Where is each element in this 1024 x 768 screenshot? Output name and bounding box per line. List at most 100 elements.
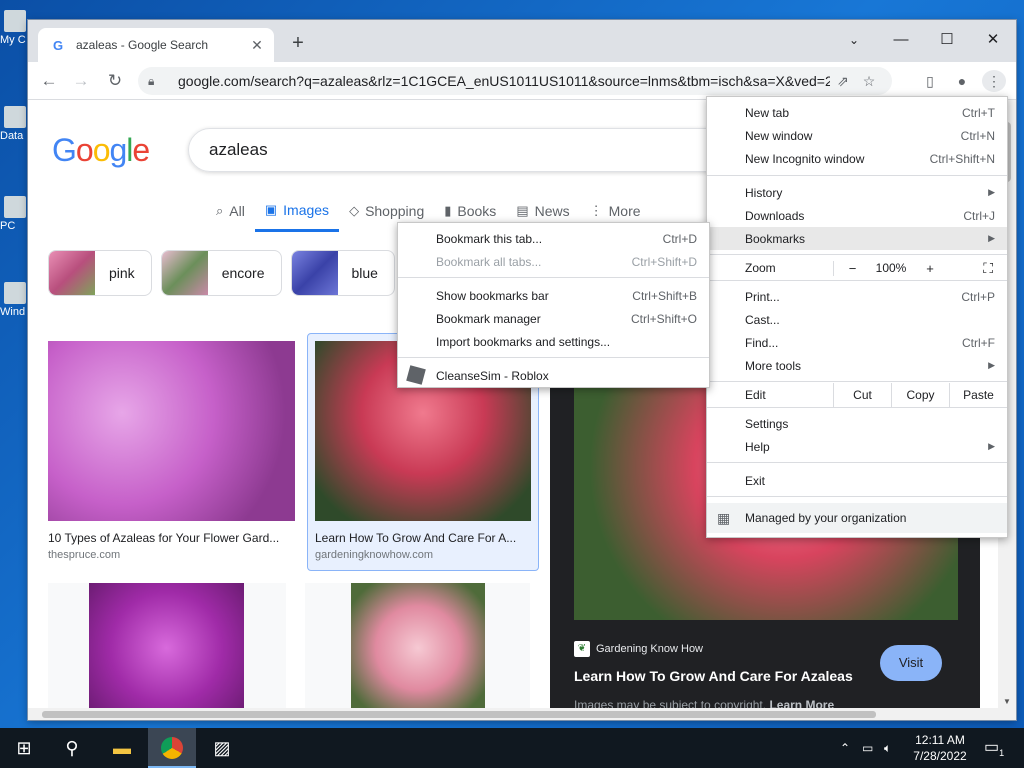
clock-time: 12:11 AM: [915, 733, 965, 747]
result-caption[interactable]: 10 Types of Azaleas for Your Flower Gard…: [48, 531, 295, 545]
copy-button[interactable]: Copy: [891, 383, 949, 407]
search-input[interactable]: azaleas: [188, 128, 748, 172]
learn-more-link[interactable]: Learn More: [769, 698, 834, 708]
paste-button[interactable]: Paste: [949, 383, 1007, 407]
menu-label: New Incognito window: [745, 151, 865, 166]
menu-more-tools[interactable]: More tools ▶: [707, 354, 1007, 377]
chip-pink[interactable]: pink: [48, 250, 152, 296]
desktop-icon-label: My C: [0, 34, 26, 46]
tab-all[interactable]: ⌕ All: [206, 198, 255, 232]
menu-new-tab[interactable]: New tab Ctrl+T: [707, 101, 1007, 124]
forward-button[interactable]: →: [68, 68, 94, 94]
chip-blue[interactable]: blue: [290, 250, 395, 296]
close-tab-icon[interactable]: ✕: [248, 37, 266, 54]
menu-bookmark-this-tab[interactable]: Bookmark this tab... Ctrl+D: [398, 227, 709, 250]
menu-exit[interactable]: Exit: [707, 469, 1007, 492]
menu-new-incognito[interactable]: New Incognito window Ctrl+Shift+N: [707, 147, 1007, 170]
url-text: google.com/search?q=azaleas&rlz=1C1GCEA_…: [178, 73, 830, 89]
menu-bookmark-all-tabs[interactable]: Bookmark all tabs... Ctrl+Shift+D: [398, 250, 709, 273]
menu-bookmark-manager[interactable]: Bookmark manager Ctrl+Shift+O: [398, 307, 709, 330]
desktop-icon-data[interactable]: Data: [0, 106, 30, 142]
fullscreen-icon[interactable]: ⛶: [983, 260, 993, 277]
chrome-menu-button[interactable]: ⋮: [982, 70, 1006, 92]
menu-edit-row: Edit Cut Copy Paste: [707, 383, 1007, 407]
side-panel-icon[interactable]: ▯: [918, 70, 942, 92]
chip-encore[interactable]: encore: [160, 250, 282, 296]
image-result[interactable]: [305, 583, 530, 708]
close-window-button[interactable]: ✕: [975, 26, 1011, 54]
menu-label: Cast...: [745, 312, 780, 327]
cut-button[interactable]: Cut: [833, 383, 891, 407]
desktop-icon-windows[interactable]: Wind: [0, 282, 30, 318]
system-clock[interactable]: 12:11 AM 7/28/2022: [900, 732, 980, 764]
building-icon: ▦: [717, 509, 731, 526]
menu-separator: [398, 357, 709, 358]
back-button[interactable]: ←: [36, 68, 62, 94]
result-image[interactable]: [89, 583, 244, 708]
lock-icon[interactable]: 🔒︎: [148, 74, 166, 89]
visit-button[interactable]: Visit: [880, 645, 942, 681]
new-tab-button[interactable]: +: [286, 32, 310, 55]
menu-separator: [707, 280, 1007, 281]
roblox-icon: [406, 365, 426, 385]
volume-icon[interactable]: 🔈︎: [884, 728, 891, 768]
bookmark-item-roblox[interactable]: CleanseSim - Roblox: [398, 364, 709, 387]
minimize-button[interactable]: —: [883, 26, 919, 54]
browser-tab[interactable]: G azaleas - Google Search ✕: [38, 28, 274, 62]
clock-date: 7/28/2022: [913, 749, 967, 763]
result-image[interactable]: [351, 583, 485, 708]
menu-settings[interactable]: Settings: [707, 412, 1007, 435]
menu-label: Edit: [745, 388, 766, 402]
chrome-logo-icon: [161, 737, 183, 759]
tab-label: More: [608, 203, 641, 219]
menu-show-bookmarks-bar[interactable]: Show bookmarks bar Ctrl+Shift+B: [398, 284, 709, 307]
star-icon[interactable]: ☆: [856, 73, 882, 90]
horizontal-scrollbar[interactable]: [28, 708, 1016, 720]
desktop-icon-my-computer[interactable]: My C: [0, 10, 30, 46]
chevron-up-icon[interactable]: ⌃: [840, 728, 850, 768]
menu-label: Managed by your organization: [745, 511, 907, 525]
scrollbar-thumb[interactable]: [42, 711, 876, 718]
preview-source-name: Gardening Know How: [596, 643, 704, 655]
menu-cast[interactable]: Cast...: [707, 308, 1007, 331]
menu-label: Import bookmarks and settings...: [436, 334, 611, 349]
menu-separator: [707, 175, 1007, 176]
image-result[interactable]: 10 Types of Azaleas for Your Flower Gard…: [48, 341, 295, 561]
photos-icon[interactable]: ▨: [198, 728, 246, 768]
scroll-down-arrow-icon[interactable]: ▼: [998, 697, 1016, 706]
notifications-icon[interactable]: ▭1: [984, 728, 1004, 768]
chrome-taskbar-icon[interactable]: [148, 728, 196, 768]
menu-print[interactable]: Print... Ctrl+P: [707, 285, 1007, 308]
menu-shortcut: Ctrl+F: [962, 335, 995, 350]
tab-images[interactable]: ▣ Images: [254, 198, 340, 232]
network-icon[interactable]: ▭: [862, 728, 873, 768]
menu-help[interactable]: Help ▶: [707, 435, 1007, 458]
menu-label: Settings: [745, 416, 789, 431]
maximize-button[interactable]: ☐: [929, 26, 965, 54]
start-button[interactable]: ⊞: [0, 728, 48, 768]
menu-import-bookmarks[interactable]: Import bookmarks and settings...: [398, 330, 709, 353]
chevron-right-icon: ▶: [988, 441, 995, 451]
file-explorer-icon[interactable]: ▬: [98, 728, 146, 768]
result-caption[interactable]: Learn How To Grow And Care For A...: [315, 531, 531, 545]
zoom-out-button[interactable]: −: [833, 260, 871, 276]
menu-bookmarks[interactable]: Bookmarks ▶: [707, 227, 1007, 250]
address-bar[interactable]: 🔒︎ google.com/search?q=azaleas&rlz=1C1GC…: [138, 67, 892, 95]
tab-search-icon[interactable]: ⌄: [836, 26, 872, 54]
menu-find[interactable]: Find... Ctrl+F: [707, 331, 1007, 354]
google-logo[interactable]: Google: [52, 132, 150, 169]
menu-history[interactable]: History ▶: [707, 181, 1007, 204]
menu-managed[interactable]: ▦ Managed by your organization: [707, 503, 1007, 533]
preview-source[interactable]: ❦ Gardening Know How: [574, 641, 703, 657]
result-image[interactable]: [48, 341, 295, 521]
preview-title[interactable]: Learn How To Grow And Care For Azaleas: [574, 668, 853, 684]
menu-downloads[interactable]: Downloads Ctrl+J: [707, 204, 1007, 227]
image-result[interactable]: [48, 583, 286, 708]
menu-new-window[interactable]: New window Ctrl+N: [707, 124, 1007, 147]
search-icon[interactable]: ⚲: [48, 728, 96, 768]
desktop-icon-pc[interactable]: PC: [0, 196, 30, 232]
share-icon[interactable]: ⇗: [830, 73, 856, 90]
zoom-in-button[interactable]: +: [911, 261, 949, 276]
profile-avatar-icon[interactable]: ●: [950, 70, 974, 92]
reload-button[interactable]: ↻: [102, 68, 128, 94]
